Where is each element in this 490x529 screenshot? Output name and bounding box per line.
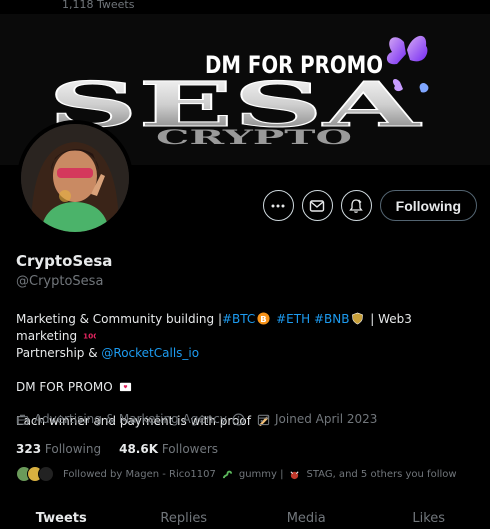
bell-icon [349, 198, 363, 213]
bitcoin-icon: B [257, 312, 270, 325]
followers-link[interactable]: 48.6K Followers [119, 442, 218, 456]
notify-button[interactable] [340, 190, 372, 221]
following-label: Following [44, 442, 102, 456]
svg-text:B: B [261, 314, 267, 324]
follow-counts: 323 Following 48.6K Followers [16, 442, 218, 456]
hashtag-bnb[interactable]: #BNB [314, 312, 350, 326]
following-button[interactable]: Following [379, 190, 477, 221]
display-name: CryptoSesa [16, 252, 113, 270]
mail-icon [309, 199, 325, 212]
category-label: Advertising & Marketing Agency [34, 412, 228, 426]
bio-line-1: Marketing & Community building |#BTC B #E… [16, 311, 476, 345]
mention-link[interactable]: @RocketCalls_io [101, 346, 199, 360]
joined-label: Joined April 2023 [275, 412, 378, 426]
tab-tweets[interactable]: Tweets [0, 505, 123, 529]
bull-icon [290, 470, 300, 479]
followed-by-text: Followed by Magen - Rico1107 [63, 468, 216, 480]
follower-avatars [16, 466, 54, 482]
tab-replies[interactable]: Replies [123, 505, 246, 529]
avatar-photo [21, 124, 129, 232]
tab-media[interactable]: Media [245, 505, 368, 529]
love-letter-icon [119, 382, 131, 392]
hashtag-btc[interactable]: #BTC [222, 312, 255, 326]
profile-tabs: Tweets Replies Media Likes [0, 505, 490, 529]
more-icon [271, 204, 285, 207]
bio-text: Marketing & Community building | [16, 312, 222, 326]
tweet-count: 1,118 Tweets [62, 0, 135, 11]
banner-sub-text: CRYPTO [156, 125, 352, 149]
bio-line-2: Partnership & @RocketCalls_io [16, 345, 476, 362]
tab-likes[interactable]: Likes [368, 505, 490, 529]
followed-by-text-2: gummy | [238, 468, 284, 480]
profile-meta: Advertising & Marketing Agency Joined Ap… [16, 412, 377, 426]
followed-by[interactable]: Followed by Magen - Rico1107 gummy | STA… [16, 466, 457, 482]
briefcase-icon [16, 414, 29, 425]
followed-by-text-3: STAG, and 5 others you follow [306, 468, 457, 480]
following-count: 323 [16, 442, 42, 456]
bio-text: Partnership & [16, 346, 102, 360]
joined-date: Joined April 2023 [257, 412, 377, 426]
category: Advertising & Marketing Agency [16, 412, 245, 426]
followers-label: Followers [161, 442, 219, 456]
more-button[interactable] [262, 190, 294, 221]
profile-actions: Following [262, 190, 477, 221]
hashtag-eth[interactable]: #ETH [276, 312, 310, 326]
avatar [38, 466, 54, 482]
hundred-points-icon: 100 [83, 331, 96, 340]
calendar-icon [257, 414, 270, 425]
info-icon[interactable] [232, 413, 245, 426]
profile-info: CryptoSesa @CryptoSesa Marketing & Commu… [16, 252, 476, 482]
following-link[interactable]: 323 Following [16, 442, 101, 456]
bio-line-3: DM FOR PROMO [16, 379, 476, 396]
svg-text:100: 100 [83, 331, 96, 340]
top-bar: 1,118 Tweets [0, 0, 490, 14]
followers-count: 48.6K [119, 442, 158, 456]
message-button[interactable] [301, 190, 333, 221]
bio-text: DM FOR PROMO [16, 380, 113, 394]
shield-icon [352, 312, 364, 325]
avatar[interactable] [17, 120, 133, 236]
username-handle: @CryptoSesa [16, 274, 104, 289]
snake-icon [222, 470, 232, 478]
